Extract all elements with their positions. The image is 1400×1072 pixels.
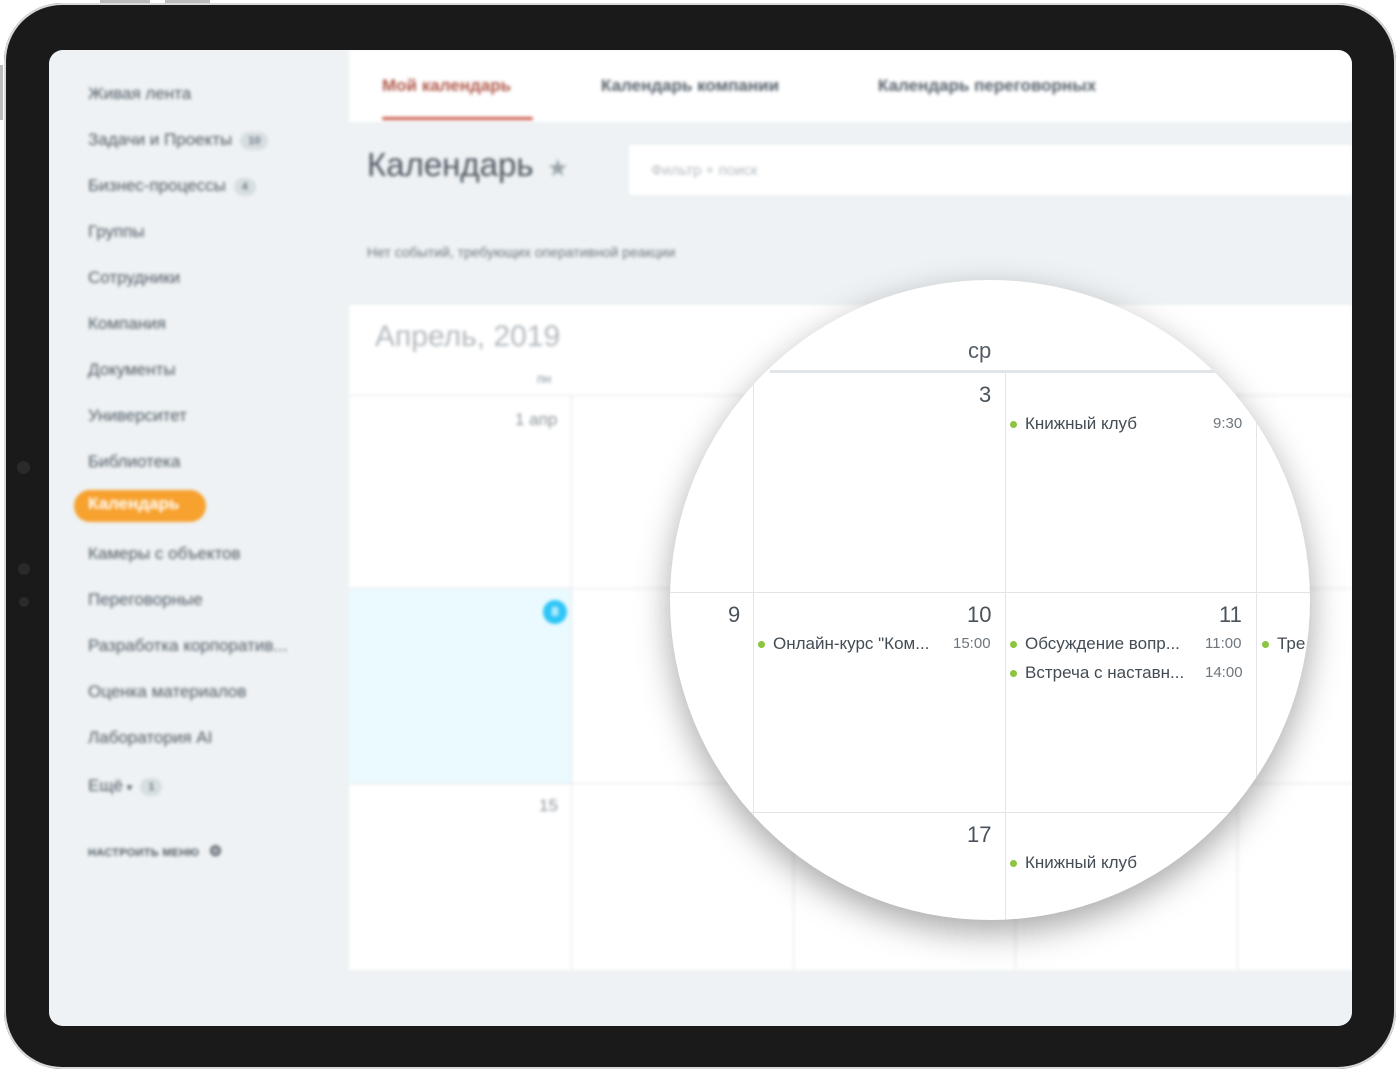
sidebar-item-university[interactable]: Университет — [88, 406, 187, 426]
sidebar-item-label: Бизнес-процессы — [88, 176, 226, 195]
search-placeholder: Фильтр + поиск — [651, 162, 758, 179]
magnifier-lens: ср 3 4 Книжный клуб 9:30 9 10 Онлайн-кур… — [670, 280, 1310, 920]
sidebar-item-label: Библиотека — [88, 452, 181, 471]
calendar-event[interactable]: Книжный клуб — [1010, 852, 1200, 874]
sidebar-item-label: Университет — [88, 406, 187, 425]
sidebar-item-meeting-rooms[interactable]: Переговорные — [88, 590, 203, 610]
sidebar-item-label: Сотрудники — [88, 268, 181, 287]
grid-line — [571, 395, 572, 970]
sidebar-item-label: Ещё — [88, 776, 123, 795]
weekday-header: ср — [968, 338, 992, 363]
calendar-event[interactable]: Онлайн-курс "Ком... — [758, 633, 944, 655]
counter-badge: 10 — [240, 131, 269, 150]
configure-menu-button[interactable]: НАСТРОИТЬ МЕНЮ ⚙ — [88, 842, 222, 860]
weekday-header: пн — [537, 371, 552, 386]
sidebar-item-label: Группы — [88, 222, 145, 241]
event-title: Обсуждение вопр... — [1025, 634, 1180, 653]
sidebar-item-label: Задачи и Проекты — [88, 130, 233, 149]
sidebar-item-documents[interactable]: Документы — [88, 360, 176, 380]
event-dot — [1010, 669, 1017, 677]
tab-bar: Мой календарь Календарь компании Календа… — [349, 50, 1352, 122]
configure-menu-label: НАСТРОИТЬ МЕНЮ — [88, 847, 200, 859]
event-time: 11:00 — [1205, 635, 1242, 652]
sidebar-item-materials[interactable]: Оценка материалов — [88, 682, 246, 702]
month-title: Апрель, 2019 — [375, 320, 561, 353]
page-title: Календарь — [367, 146, 534, 183]
grid-line — [670, 812, 1310, 813]
calendar-event[interactable]: Встреча с наставн... — [1010, 662, 1200, 684]
gear-icon: ⚙ — [208, 843, 223, 860]
event-time: 9:30 — [1213, 415, 1243, 432]
event-dot — [1262, 640, 1269, 648]
sidebar-item-label: Разработка корпоратив... — [88, 636, 288, 655]
sidebar-item-label: Компания — [88, 314, 166, 333]
sidebar-item-company[interactable]: Компания — [88, 314, 166, 334]
calendar-event[interactable]: Обсуждение вопр... — [1010, 633, 1200, 655]
sidebar-item-label: Оценка материалов — [88, 682, 247, 701]
top-button-2 — [165, 0, 210, 3]
header-divider — [770, 370, 1310, 373]
day-number[interactable]: 4 — [1238, 380, 1250, 406]
grid-line — [1005, 373, 1006, 920]
active-tab-indicator — [382, 117, 533, 120]
event-time: 15:00 — [953, 635, 991, 652]
day-number[interactable]: 3 — [979, 382, 991, 408]
sidebar-item-tasks[interactable]: Задачи и Проекты 10 — [88, 130, 269, 150]
counter-badge: 4 — [233, 177, 256, 196]
camera-dot — [17, 461, 30, 474]
sidebar-item-business-processes[interactable]: Бизнес-процессы 4 — [88, 176, 256, 196]
notice-text: Нет событий, требующих оперативной реакц… — [367, 244, 676, 260]
star-icon[interactable]: ★ — [547, 154, 569, 183]
sidebar-item-employees[interactable]: Сотрудники — [88, 268, 180, 288]
chevron-down-icon: ▾ — [126, 782, 133, 794]
side-button — [0, 65, 3, 120]
tab-company-calendar[interactable]: Календарь компании — [601, 76, 779, 96]
sensor-dot-2 — [19, 597, 29, 607]
sensor-dot — [18, 563, 30, 575]
sidebar-item-corporate-dev[interactable]: Разработка корпоратив... — [88, 636, 288, 656]
event-title: Встреча с наставн... — [1025, 663, 1185, 682]
sidebar-item-ai-lab[interactable]: Лаборатория AI — [88, 728, 212, 748]
sidebar-item-label: Переговорные — [88, 590, 203, 609]
event-dot — [1010, 640, 1017, 648]
sidebar-item-cameras[interactable]: Камеры с объектов — [88, 544, 241, 564]
event-dot — [758, 640, 765, 648]
sidebar-item-groups[interactable]: Группы — [88, 222, 145, 242]
sidebar-item-label: Живая лента — [88, 84, 192, 103]
today-marker[interactable]: 8 — [543, 600, 567, 624]
event-title: Книжный клуб — [1025, 414, 1137, 433]
sidebar: Живая лента Задачи и Проекты 10 Бизнес-пр… — [49, 50, 349, 1026]
event-title: Онлайн-курс "Ком... — [773, 634, 930, 653]
sidebar-item-label: Камеры с объектов — [88, 544, 241, 563]
day-number[interactable]: 10 — [967, 602, 991, 628]
today-column — [349, 589, 571, 783]
calendar-event[interactable]: Тре — [1262, 633, 1310, 655]
event-title: Книжный клуб — [1025, 853, 1137, 872]
tab-my-calendar[interactable]: Мой календарь — [382, 76, 511, 96]
sidebar-item-label: Документы — [88, 360, 176, 379]
calendar-event[interactable]: Книжный клуб — [1010, 413, 1200, 435]
day-number[interactable]: 17 — [967, 822, 991, 848]
sidebar-item-feed[interactable]: Живая лента — [88, 84, 191, 104]
grid-line — [753, 373, 754, 920]
tab-meeting-rooms-calendar[interactable]: Календарь переговорных — [878, 76, 1096, 96]
footer-band — [349, 970, 1352, 1026]
day-number[interactable]: 15 — [539, 796, 558, 816]
day-number[interactable]: 11 — [1219, 602, 1242, 628]
top-button — [100, 0, 150, 3]
counter-badge: 1 — [140, 777, 163, 796]
sidebar-item-label: Календарь — [88, 494, 180, 513]
day-number[interactable]: 1 апр — [515, 410, 557, 430]
day-number[interactable]: 9 — [728, 602, 740, 628]
magnified-calendar: ср 3 4 Книжный клуб 9:30 9 10 Онлайн-кур… — [670, 280, 1310, 920]
grid-line — [670, 592, 1310, 593]
sidebar-item-label: Лаборатория AI — [88, 728, 213, 747]
grid-line — [1256, 373, 1257, 920]
event-dot — [1010, 420, 1017, 428]
event-title: Тре — [1277, 634, 1306, 653]
event-dot — [1010, 859, 1017, 867]
sidebar-item-more[interactable]: Ещё ▾ 1 — [88, 776, 163, 796]
sidebar-item-library[interactable]: Библиотека — [88, 452, 180, 472]
event-time: 14:00 — [1205, 664, 1243, 681]
